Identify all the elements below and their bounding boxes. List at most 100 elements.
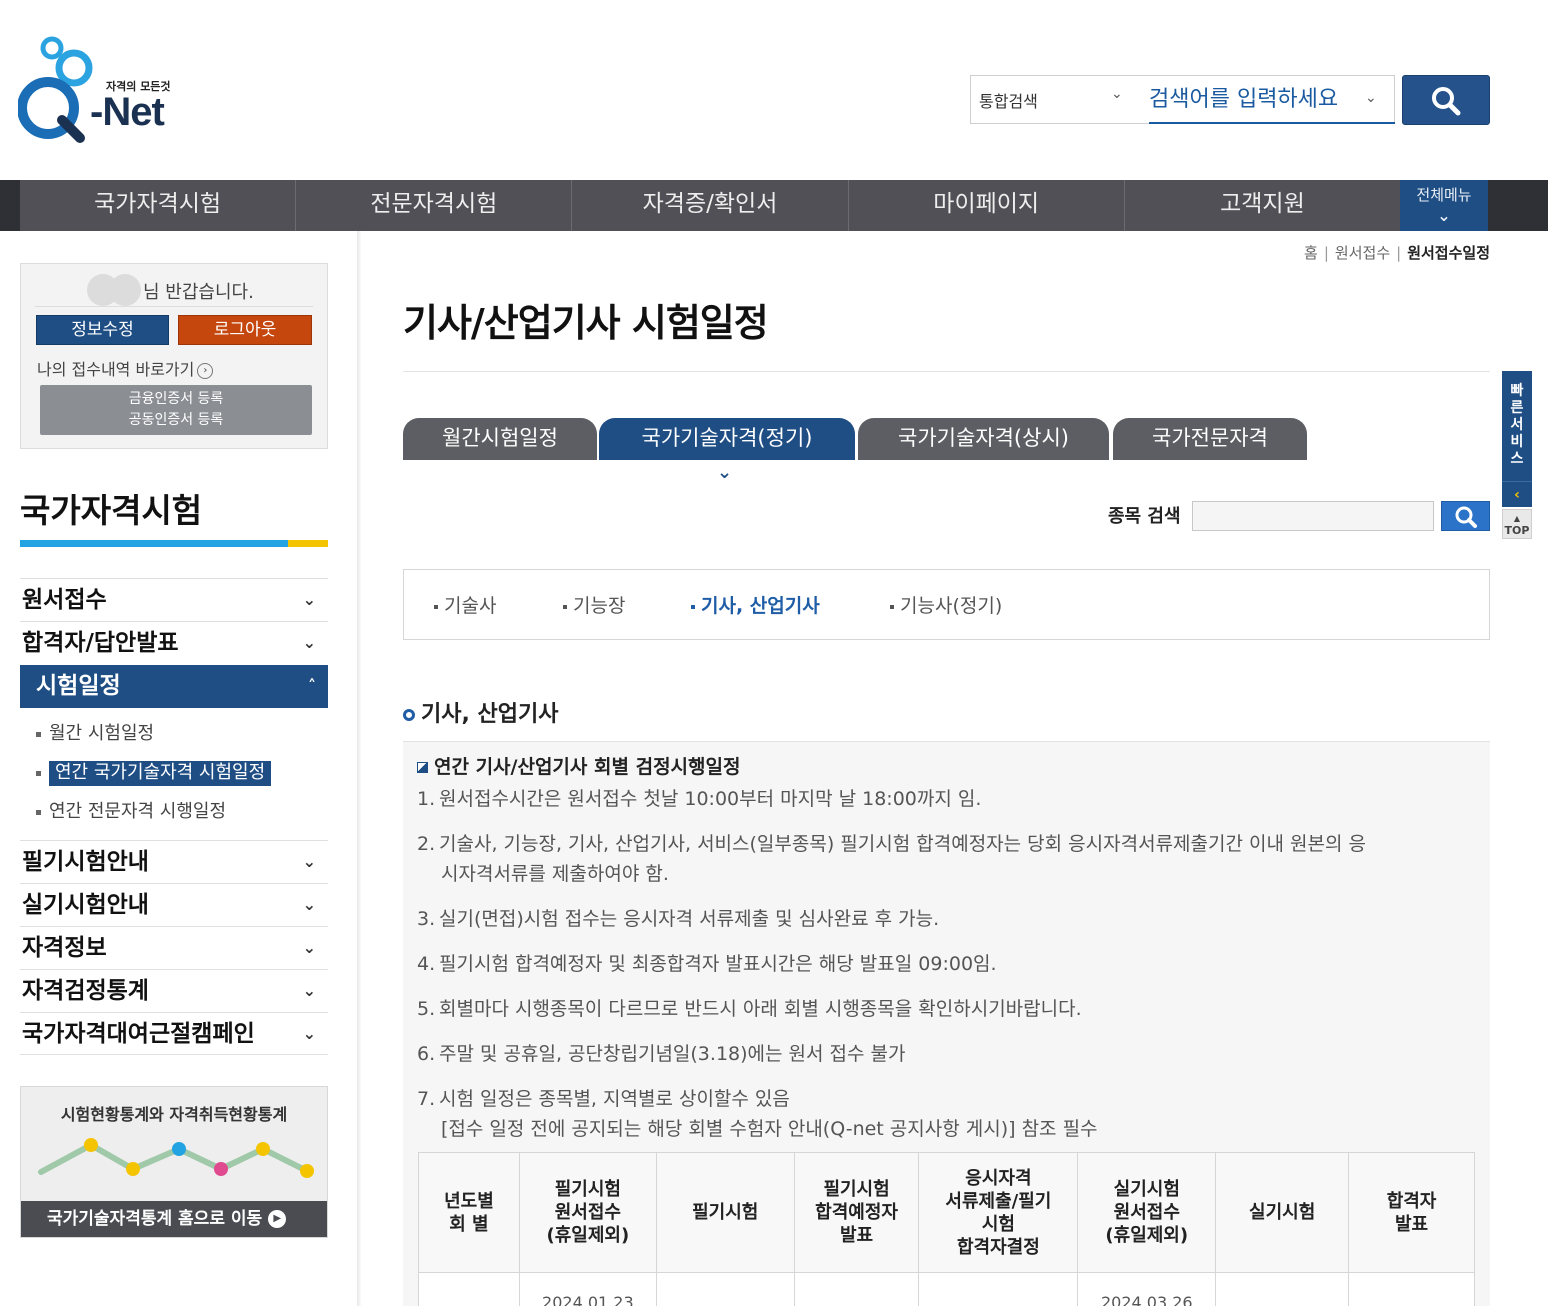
breadcrumb-level1[interactable]: 원서접수: [1335, 244, 1390, 262]
sidebar-item-campaign[interactable]: 국가자격대여근절캠페인 ⌄: [20, 1012, 328, 1055]
bullet-icon: [36, 770, 41, 776]
gnb-item-professional-exam[interactable]: 전문자격시험: [296, 180, 573, 231]
sidebar-item-label: 국가자격대여근절캠페인: [22, 1021, 255, 1047]
breadcrumb-current: 원서접수일정: [1407, 244, 1490, 262]
banner-link[interactable]: 국가기술자격통계 홈으로 이동 ▶: [21, 1201, 327, 1237]
notice-item: 4. 필기시험 합격예정자 및 최종합격자 발표시간은 해당 발표일 09:00임…: [417, 953, 997, 975]
tab-national-technical-regular[interactable]: 국가기술자격(정기): [599, 418, 855, 460]
my-application-link[interactable]: 나의 접수내역 바로가기 ›: [37, 356, 214, 380]
edit-profile-button[interactable]: 정보수정: [36, 315, 169, 345]
table-header-cell: 실기시험: [1215, 1152, 1350, 1273]
banner-title: 시험현황통계와 자격취득현황통계: [60, 1105, 288, 1124]
gnb-item-certificate[interactable]: 자격증/확인서: [572, 180, 849, 231]
table-header-cell: 필기시험 합격예정자 발표: [793, 1152, 920, 1273]
chevron-down-icon: ⌄: [302, 852, 316, 871]
table-cell: [793, 1272, 920, 1306]
breadcrumb: 홈 | 원서접수 | 원서접수일정: [1304, 244, 1490, 262]
table-cell: 2024.03.26: [1077, 1272, 1217, 1306]
sidebar-item-qualification-info[interactable]: 자격정보 ⌄: [20, 926, 328, 969]
sidebar-item-label: 필기시험안내: [22, 849, 149, 875]
logout-button[interactable]: 로그아웃: [178, 315, 312, 345]
sidebar-subitem-annual-professional[interactable]: 연간 전문자격 시행일정: [36, 797, 226, 823]
sidebar-item-practical-guide[interactable]: 실기시험안내 ⌄: [20, 883, 328, 926]
table-cell: 2024.01.23: [518, 1272, 657, 1306]
bullet-icon: [890, 604, 894, 609]
search-input[interactable]: [1149, 76, 1395, 124]
table-header-cell: 년도별 회 별: [418, 1152, 520, 1273]
gnb-item-support[interactable]: 고객지원: [1125, 180, 1400, 231]
all-menu-button[interactable]: 전체메뉴 ⌄: [1400, 180, 1488, 231]
subtab-craftsman-regular[interactable]: 기능사(정기): [890, 591, 1002, 618]
gnb-item-mypage[interactable]: 마이페이지: [849, 180, 1125, 231]
sidebar-subitem-label: 연간 국가기술자격 시험일정: [49, 761, 272, 786]
tab-monthly-schedule[interactable]: 월간시험일정: [403, 418, 597, 460]
scroll-top-button[interactable]: ▲ TOP: [1502, 509, 1532, 539]
statistics-banner[interactable]: 시험현황통계와 자격취득현황통계 국가기술자격통계 홈으로 이동 ▶: [20, 1086, 328, 1238]
chevron-down-icon: ⌄: [302, 1024, 316, 1043]
table-cell: [418, 1272, 520, 1306]
chevron-up-icon: ˄: [308, 676, 316, 695]
financial-cert-label: 금융인증서 등록: [128, 391, 224, 407]
chevron-down-icon: ⌄: [302, 981, 316, 1000]
qnet-logo[interactable]: 자격의 모든것 -Net: [17, 34, 188, 146]
bullet-icon: [434, 604, 438, 609]
chevron-right-icon: ›: [197, 362, 214, 379]
sidebar-subitem-label: 연간 전문자격 시행일정: [49, 801, 227, 822]
global-nav: 국가자격시험 전문자격시험 자격증/확인서 마이페이지 고객지원: [0, 180, 1548, 231]
table-cell: [655, 1272, 795, 1306]
certificate-register-button[interactable]: 금융인증서 등록 공동인증서 등록: [40, 385, 312, 435]
table-cell: [1215, 1272, 1350, 1306]
search-scope-select[interactable]: 통합검색: [979, 88, 1038, 112]
subtab-engineer-industrial[interactable]: 기사, 산업기사: [691, 591, 820, 618]
chevron-down-icon: ⌄: [1365, 90, 1377, 106]
sidebar-subitem-monthly[interactable]: 월간 시험일정: [36, 719, 154, 745]
subtab-professional-engineer[interactable]: 기술사: [434, 591, 496, 618]
item-search-label: 종목 검색: [1108, 506, 1181, 527]
subtab-box: 기술사 기능장 기사, 산업기사 기능사(정기): [403, 569, 1490, 640]
sidebar-item-schedule[interactable]: 시험일정 ˄: [20, 665, 328, 708]
notice-item: 1. 원서접수시간은 원서접수 첫날 10:00부터 마지막 날 18:00까지 …: [417, 788, 982, 810]
sidebar-item-label: 시험일정: [36, 673, 121, 699]
chevron-left-icon[interactable]: ‹: [1502, 481, 1532, 507]
avatar: [87, 274, 141, 306]
sidebar-item-statistics[interactable]: 자격검정통계 ⌄: [20, 969, 328, 1012]
gnb-item-national-exam[interactable]: 국가자격시험: [20, 180, 297, 231]
sidebar-title-bar-accent: [288, 540, 328, 547]
divider: [35, 306, 313, 307]
notice-item: 3. 실기(면접)시험 접수는 응시자격 서류제출 및 심사완료 후 가능.: [417, 908, 940, 930]
table-cell: [1348, 1272, 1475, 1306]
sidebar-subitem-annual-national[interactable]: 연간 국가기술자격 시험일정: [36, 758, 272, 786]
subtab-master-craftsman[interactable]: 기능장: [563, 591, 625, 618]
breadcrumb-home[interactable]: 홈: [1304, 244, 1318, 262]
sidebar-item-label: 합격자/답안발표: [22, 630, 179, 656]
greeting-text: 님 반갑습니다.: [143, 282, 254, 303]
my-application-label: 나의 접수내역 바로가기: [37, 360, 195, 379]
notice-title: 연간 기사/산업기사 회별 검정시행일정: [417, 752, 740, 779]
item-search-input[interactable]: [1192, 501, 1434, 531]
ring-bullet-icon: [403, 709, 415, 721]
tab-national-professional[interactable]: 국가전문자격: [1113, 418, 1307, 460]
sidebar-item-written-guide[interactable]: 필기시험안내 ⌄: [20, 840, 328, 883]
sidebar-item-application[interactable]: 원서접수 ⌄: [20, 578, 328, 621]
sidebar-item-results[interactable]: 합격자/답안발표 ⌄: [20, 621, 328, 664]
table-header-cell: 응시자격 서류제출/필기 시험 합격자결정: [918, 1152, 1079, 1273]
square-bullet-icon: [417, 762, 428, 773]
tab-national-technical-anytime[interactable]: 국가기술자격(상시): [858, 418, 1109, 460]
sidebar-subitem-label: 월간 시험일정: [49, 723, 155, 744]
bullet-icon: [36, 809, 41, 815]
bullet-icon: [563, 604, 567, 609]
notice-item: 2. 기술사, 기능장, 기사, 산업기사, 서비스(일부종목) 필기시험 합격예…: [417, 833, 1366, 885]
search-box: 통합검색 ⌄ ⌄: [970, 75, 1395, 124]
search-button[interactable]: [1402, 75, 1490, 125]
table-header-cell: 실기시험 원서접수 (휴일제외): [1077, 1152, 1217, 1273]
item-search-button[interactable]: [1441, 501, 1490, 531]
chevron-down-icon: ⌄: [302, 633, 316, 652]
sidebar-item-label: 자격검정통계: [22, 978, 149, 1004]
table-header-row: 년도별 회 별 필기시험 원서접수 (휴일제외) 필기시험 필기시험 합격예정자 발표 응시자격 서…: [418, 1152, 1475, 1273]
play-arrow-icon: ▶: [268, 1210, 287, 1228]
quick-service-button[interactable]: 빠른서비스: [1502, 371, 1532, 481]
search-icon: [1455, 506, 1477, 528]
search-icon: [1432, 87, 1461, 116]
banner-link-label: 국가기술자격통계 홈으로 이동: [47, 1209, 263, 1229]
bullet-icon: [691, 604, 695, 609]
